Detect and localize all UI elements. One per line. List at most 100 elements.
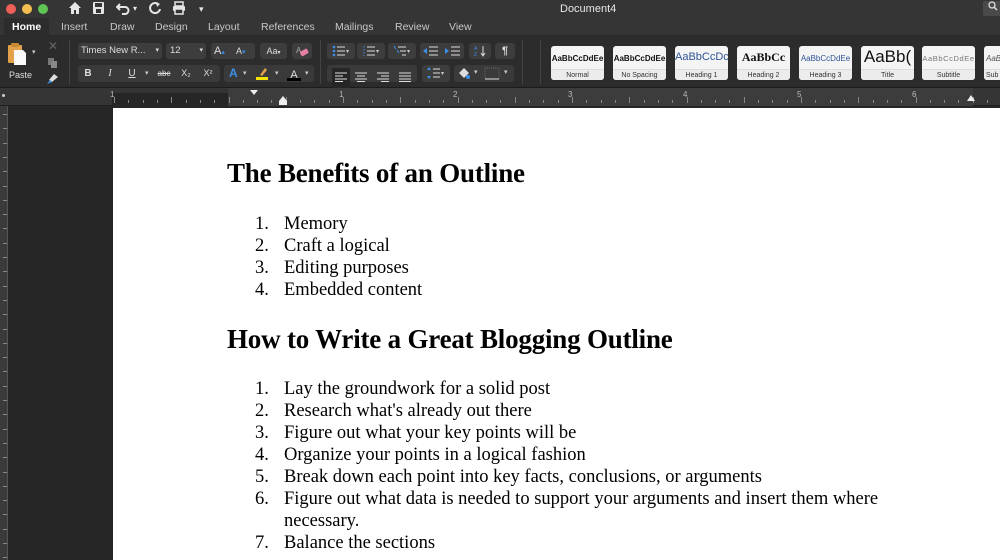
tab-selector-icon[interactable] — [2, 94, 5, 97]
paste-icon[interactable] — [7, 42, 27, 71]
style-heading-3[interactable]: AaBbCcDdEe Heading 3 — [799, 46, 852, 80]
undo-icon[interactable] — [116, 1, 130, 19]
search-icon[interactable] — [983, 1, 1000, 16]
tab-design[interactable]: Design — [155, 18, 188, 36]
save-icon[interactable] — [92, 1, 105, 19]
tab-mailings[interactable]: Mailings — [335, 18, 374, 36]
first-line-indent-marker[interactable] — [250, 90, 258, 95]
highlight-dropdown-icon[interactable]: ▾ — [275, 69, 279, 77]
chevron-down-icon: ▾ — [199, 43, 203, 59]
left-indent-marker[interactable] — [279, 101, 287, 105]
multilevel-list-button[interactable]: ▾ — [388, 43, 416, 59]
align-right-button[interactable] — [376, 69, 390, 87]
style-sample: AaBbCc — [737, 50, 790, 65]
ruler-number: 1 — [110, 90, 114, 99]
list-text: Balance the sections — [284, 532, 435, 554]
right-indent-marker[interactable] — [967, 95, 975, 101]
ruler-tick — [830, 100, 831, 103]
home-icon[interactable] — [68, 1, 82, 19]
close-window-button[interactable] — [6, 4, 16, 14]
borders-icon[interactable] — [484, 67, 500, 80]
style-heading-1[interactable]: AaBbCcDc Heading 1 — [675, 46, 728, 80]
ruler-tick — [3, 271, 7, 272]
align-right-icon — [376, 72, 390, 82]
vertical-ruler[interactable] — [0, 106, 8, 560]
style-subtle-emphasis[interactable]: AaBl Sub — [984, 46, 1000, 80]
text-effects-dropdown-icon[interactable]: ▾ — [243, 69, 247, 77]
italic-button[interactable]: I — [102, 66, 118, 81]
style-title[interactable]: AaBb( Title — [861, 46, 914, 80]
sort-button[interactable]: AZ — [469, 43, 491, 59]
list-text: Break down each point into key facts, co… — [284, 466, 762, 488]
ruler-number: 4 — [683, 90, 687, 99]
align-left-button[interactable] — [332, 68, 350, 88]
justify-button[interactable] — [398, 69, 412, 87]
line-spacing-button[interactable]: ▾ — [422, 65, 450, 82]
bullets-button[interactable]: ▾ — [327, 43, 355, 59]
clear-formatting-button[interactable]: A — [292, 43, 312, 59]
tab-view[interactable]: View — [449, 18, 472, 36]
shading-borders-group: ▾ ▾ — [454, 65, 514, 82]
style-heading-2[interactable]: AaBbCc Heading 2 — [737, 46, 790, 80]
style-subtitle[interactable]: AaBbCcDdEe Subtitle — [922, 46, 975, 80]
print-icon[interactable] — [172, 1, 186, 19]
ruler-tick — [3, 486, 7, 487]
tab-draw[interactable]: Draw — [110, 18, 135, 36]
svg-text:▾: ▾ — [441, 71, 444, 77]
strikethrough-button[interactable]: abc — [154, 66, 174, 81]
increase-indent-icon[interactable] — [444, 45, 462, 57]
ruler-tick — [844, 100, 845, 103]
ruler-tick — [329, 100, 330, 103]
ruler-tick — [3, 514, 7, 515]
list-text: Editing purposes — [284, 257, 409, 279]
font-color-button[interactable]: A — [287, 65, 301, 83]
list-number: 2. — [255, 400, 277, 422]
minimize-window-button[interactable] — [22, 4, 32, 14]
font-color-dropdown-icon[interactable]: ▾ — [305, 69, 309, 77]
font-name-select[interactable]: Times New R... ▾ — [78, 43, 162, 59]
style-name: Heading 3 — [799, 69, 852, 80]
customize-toolbar-icon[interactable]: ▾ — [199, 1, 204, 17]
grow-font-button[interactable]: A▴ — [214, 43, 225, 61]
paste-dropdown-icon[interactable]: ▾ — [32, 48, 36, 56]
highlight-button[interactable] — [255, 66, 269, 86]
change-case-button[interactable]: Aa▾ — [260, 43, 287, 59]
tab-layout[interactable]: Layout — [208, 18, 240, 36]
tab-home[interactable]: Home — [4, 18, 49, 36]
zoom-window-button[interactable] — [38, 4, 48, 14]
style-no-spacing[interactable]: AaBbCcDdEe No Spacing — [613, 46, 666, 80]
ruler-tick — [3, 257, 7, 258]
bold-button[interactable]: B — [80, 66, 96, 81]
underline-dropdown-icon[interactable]: ▾ — [145, 69, 149, 77]
shading-icon[interactable] — [457, 67, 471, 80]
underline-button[interactable]: U — [124, 66, 140, 81]
cut-icon[interactable]: ✕ — [48, 39, 58, 53]
numbering-button[interactable]: ▾ — [357, 43, 385, 59]
ruler-tick — [3, 329, 7, 330]
text-effects-button[interactable]: A — [229, 66, 238, 80]
tab-insert[interactable]: Insert — [61, 18, 87, 36]
redo-icon[interactable] — [148, 1, 162, 19]
subscript-button[interactable]: X₂ — [178, 66, 194, 81]
decrease-indent-icon[interactable] — [422, 45, 440, 57]
list-text: Memory — [284, 213, 348, 235]
undo-dropdown-icon[interactable]: ▾ — [133, 1, 137, 17]
shrink-font-button[interactable]: A▾ — [236, 43, 246, 61]
style-normal[interactable]: AaBbCcDdEe Normal — [551, 46, 604, 80]
shading-dropdown-icon[interactable]: ▾ — [474, 68, 478, 76]
ruler-tick — [458, 97, 459, 103]
svg-text:▾: ▾ — [376, 49, 379, 55]
font-size-select[interactable]: 12 ▾ — [166, 43, 206, 59]
superscript-button[interactable]: X² — [200, 66, 216, 81]
tab-references[interactable]: References — [261, 18, 315, 36]
show-formatting-button[interactable]: ¶ — [495, 43, 515, 59]
ruler-tick — [486, 100, 487, 103]
ribbon-tabs: Home Insert Draw Design Layout Reference… — [0, 18, 1000, 36]
align-center-button[interactable] — [354, 69, 368, 87]
tab-review[interactable]: Review — [395, 18, 429, 36]
horizontal-ruler[interactable]: 1 1 2 3 4 5 6 — [0, 88, 1000, 106]
svg-text:▾: ▾ — [407, 49, 410, 55]
ruler-tick — [772, 100, 773, 103]
list-text: Lay the groundwork for a solid post — [284, 378, 550, 400]
borders-dropdown-icon[interactable]: ▾ — [504, 68, 508, 76]
